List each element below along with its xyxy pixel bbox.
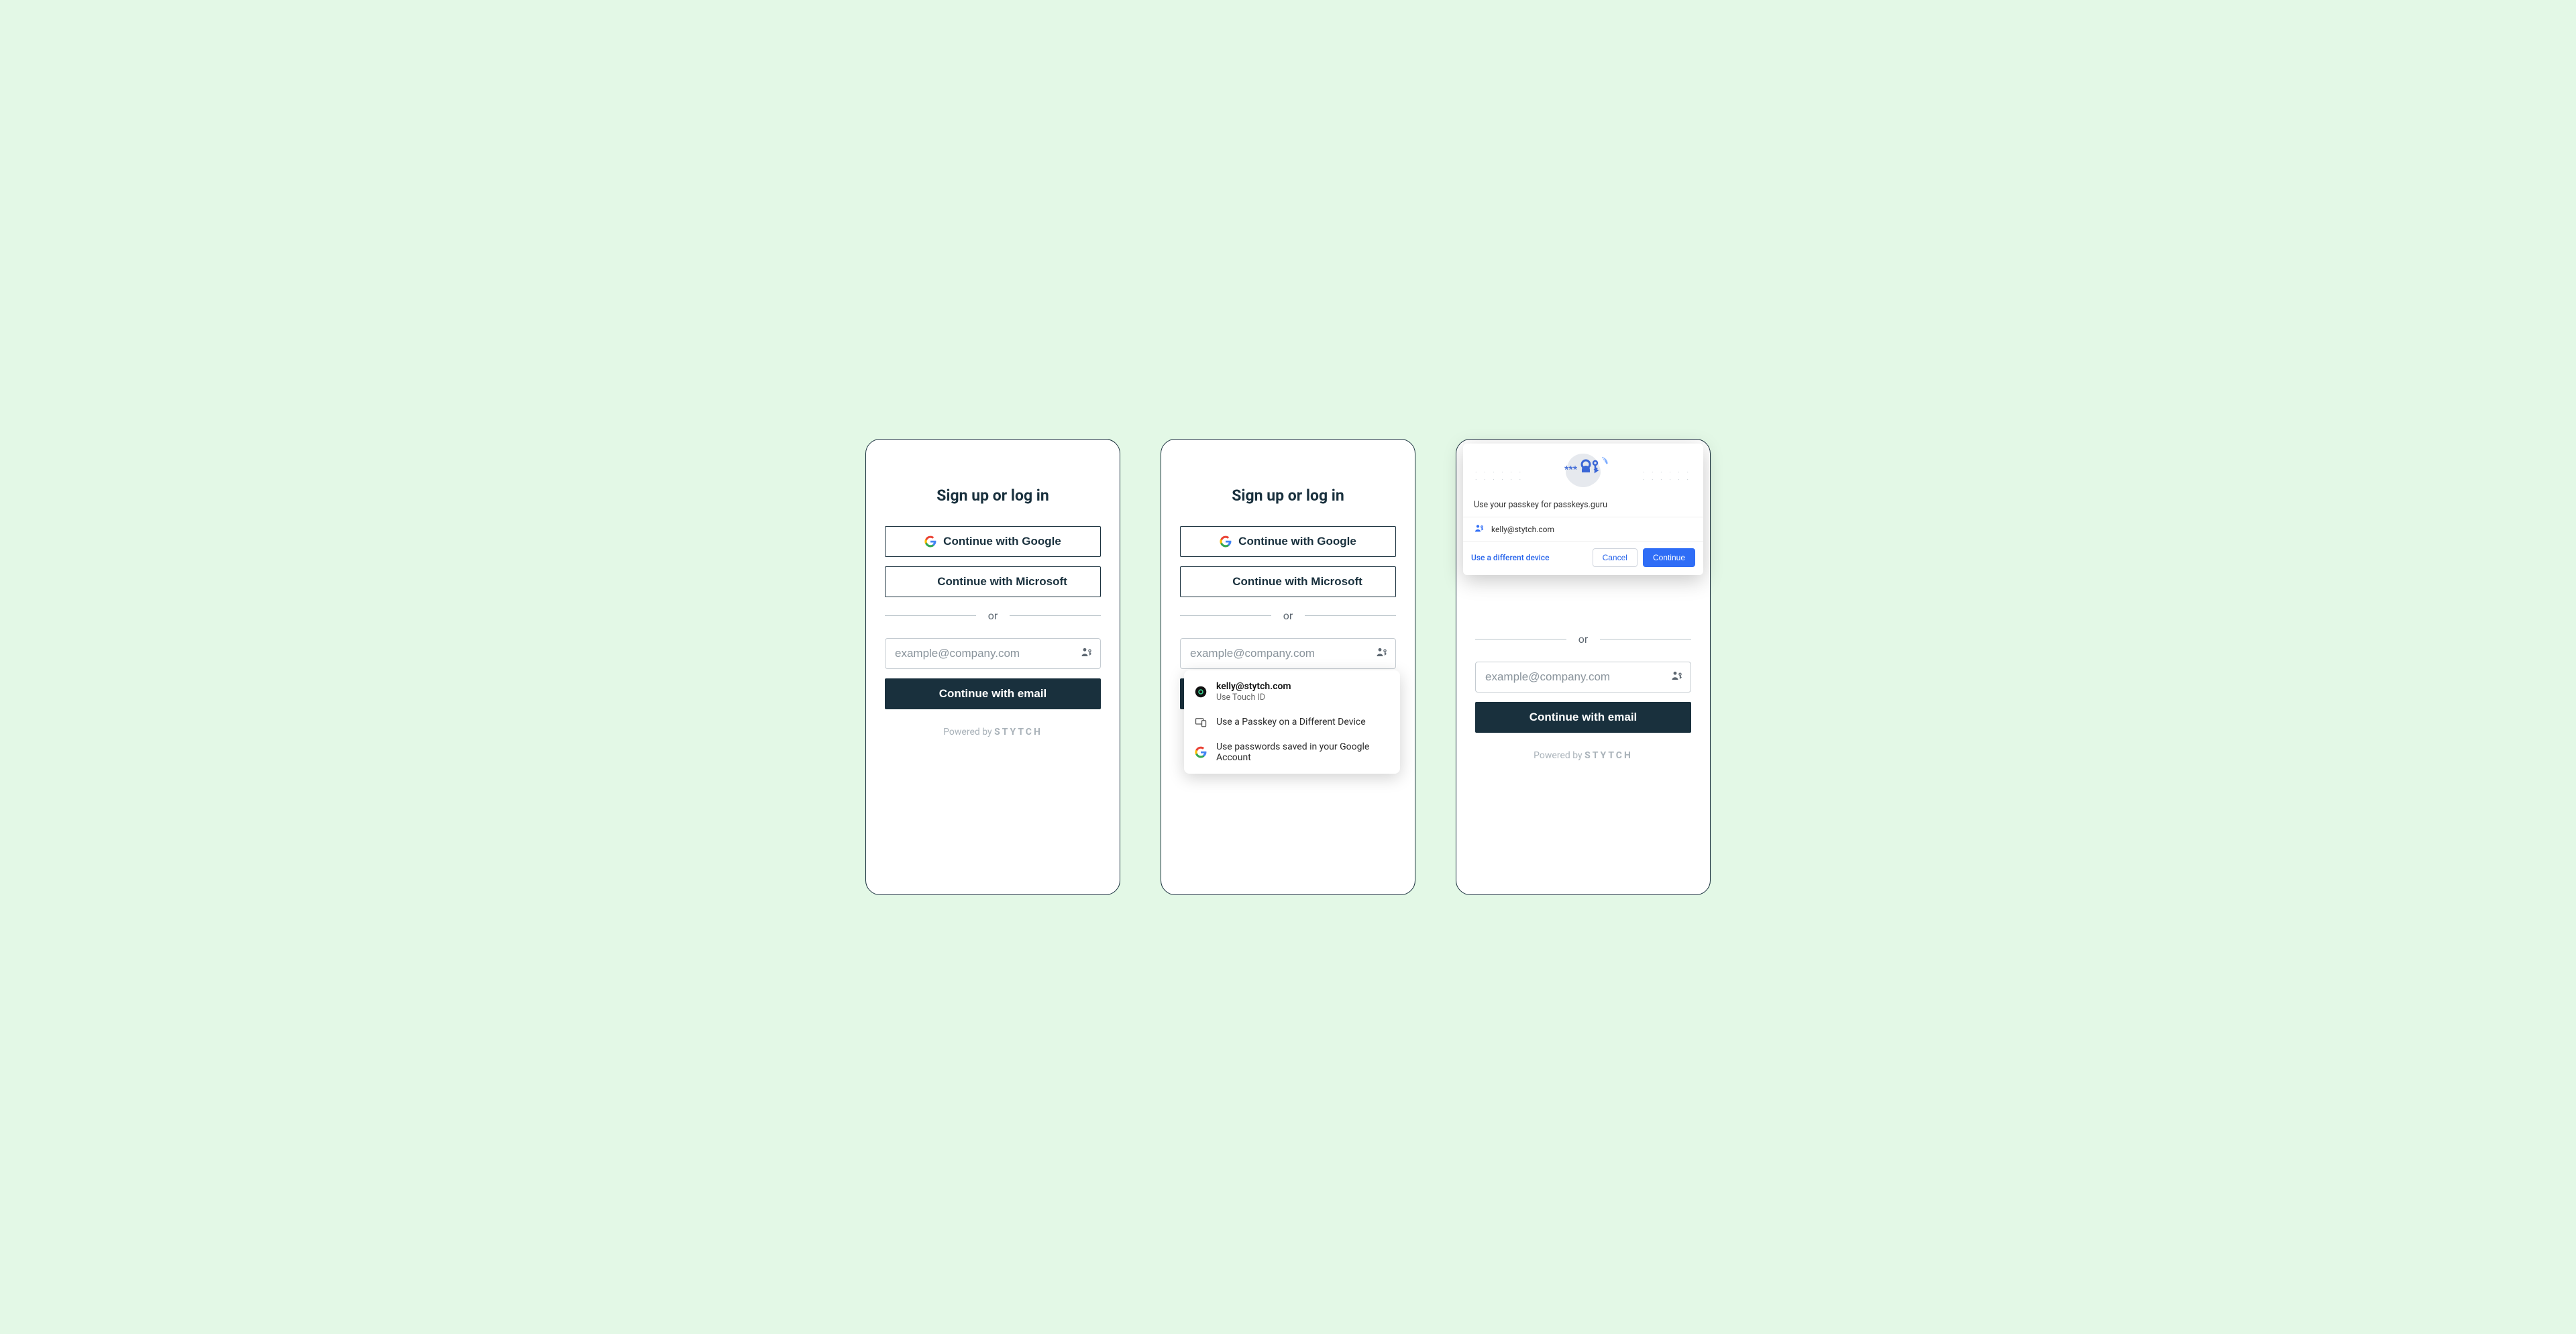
svg-text:***: ***	[1564, 464, 1578, 475]
divider: or	[1180, 609, 1396, 622]
continue-with-email-button[interactable]: Continue with email	[885, 678, 1101, 709]
divider-or: or	[976, 609, 1010, 622]
google-icon	[1220, 535, 1232, 548]
passkey-icon[interactable]	[1671, 670, 1683, 684]
divider-or: or	[1271, 609, 1305, 622]
autofill-alt-label: Use a Passkey on a Different Device	[1216, 717, 1366, 727]
email-input[interactable]	[885, 638, 1101, 669]
continue-with-google-button[interactable]: Continue with Google	[1180, 526, 1396, 557]
passkey-icon[interactable]	[1376, 646, 1388, 661]
passkey-hero-icon: ***	[1543, 450, 1623, 490]
prompt-instruction: Use your passkey for passkeys.guru	[1463, 496, 1703, 517]
divider: or	[885, 609, 1101, 622]
microsoft-button-label: Continue with Microsoft	[1232, 575, 1362, 588]
auth-panel-autofill: Sign up or log in Continue with Google C…	[1161, 439, 1415, 895]
passkey-user-icon	[1474, 523, 1485, 535]
google-icon	[924, 535, 936, 548]
use-different-device-link[interactable]: Use a different device	[1471, 553, 1550, 562]
passkey-autofill-dropdown: kelly@stytch.com Use Touch ID Use a Pass…	[1184, 670, 1400, 774]
google-button-label: Continue with Google	[943, 535, 1061, 548]
page-title: Sign up or log in	[885, 486, 1101, 505]
continue-email-label: Continue with email	[939, 687, 1047, 700]
prompt-account-email: kelly@stytch.com	[1491, 525, 1554, 534]
divider: or	[1475, 633, 1691, 646]
divider-or: or	[1566, 633, 1601, 646]
autofill-item-different-device[interactable]: Use a Passkey on a Different Device	[1184, 709, 1400, 735]
google-icon	[1195, 746, 1207, 758]
page-title: Sign up or log in	[1180, 486, 1396, 505]
email-input[interactable]	[1475, 662, 1691, 692]
microsoft-button-label: Continue with Microsoft	[937, 575, 1067, 588]
decorative-dots-icon: · · · · · ·· · · · · ·	[1475, 469, 1523, 484]
browser-passkey-prompt: · · · · · ·· · · · · · · · · · · ·· · · …	[1463, 444, 1703, 575]
continue-with-microsoft-button[interactable]: Continue with Microsoft	[1180, 566, 1396, 597]
autofill-email: kelly@stytch.com	[1216, 681, 1291, 692]
prompt-hero: · · · · · ·· · · · · · · · · · · ·· · · …	[1463, 444, 1703, 496]
google-button-label: Continue with Google	[1238, 535, 1356, 548]
autofill-google-label: Use passwords saved in your Google Accou…	[1216, 741, 1389, 763]
passkey-icon[interactable]	[1081, 646, 1093, 661]
powered-by: Powered by STYTCH	[885, 727, 1101, 737]
continue-email-label: Continue with email	[1529, 711, 1638, 723]
powered-by: Powered by STYTCH	[1475, 750, 1691, 761]
auth-panel-browser-prompt: · · · · · ·· · · · · · · · · · · ·· · · …	[1456, 439, 1711, 895]
auth-panel-base: Sign up or log in Continue with Google C…	[865, 439, 1120, 895]
prompt-cancel-button[interactable]: Cancel	[1593, 548, 1638, 567]
autofill-item-google-passwords[interactable]: Use passwords saved in your Google Accou…	[1184, 735, 1400, 770]
microsoft-icon	[1214, 576, 1226, 588]
continue-with-microsoft-button[interactable]: Continue with Microsoft	[885, 566, 1101, 597]
decorative-dots-icon: · · · · · ·· · · · · ·	[1643, 469, 1691, 484]
microsoft-icon	[918, 576, 930, 588]
continue-with-google-button[interactable]: Continue with Google	[885, 526, 1101, 557]
continue-with-email-button[interactable]: Continue with email	[1475, 702, 1691, 733]
autofill-item-touchid[interactable]: kelly@stytch.com Use Touch ID	[1184, 674, 1400, 709]
prompt-continue-button[interactable]: Continue	[1643, 548, 1695, 567]
autofill-sub: Use Touch ID	[1216, 692, 1291, 703]
passkey-account-icon	[1195, 686, 1207, 698]
prompt-account-row[interactable]: kelly@stytch.com	[1463, 517, 1703, 542]
devices-icon	[1195, 716, 1207, 728]
email-input[interactable]	[1180, 638, 1396, 669]
